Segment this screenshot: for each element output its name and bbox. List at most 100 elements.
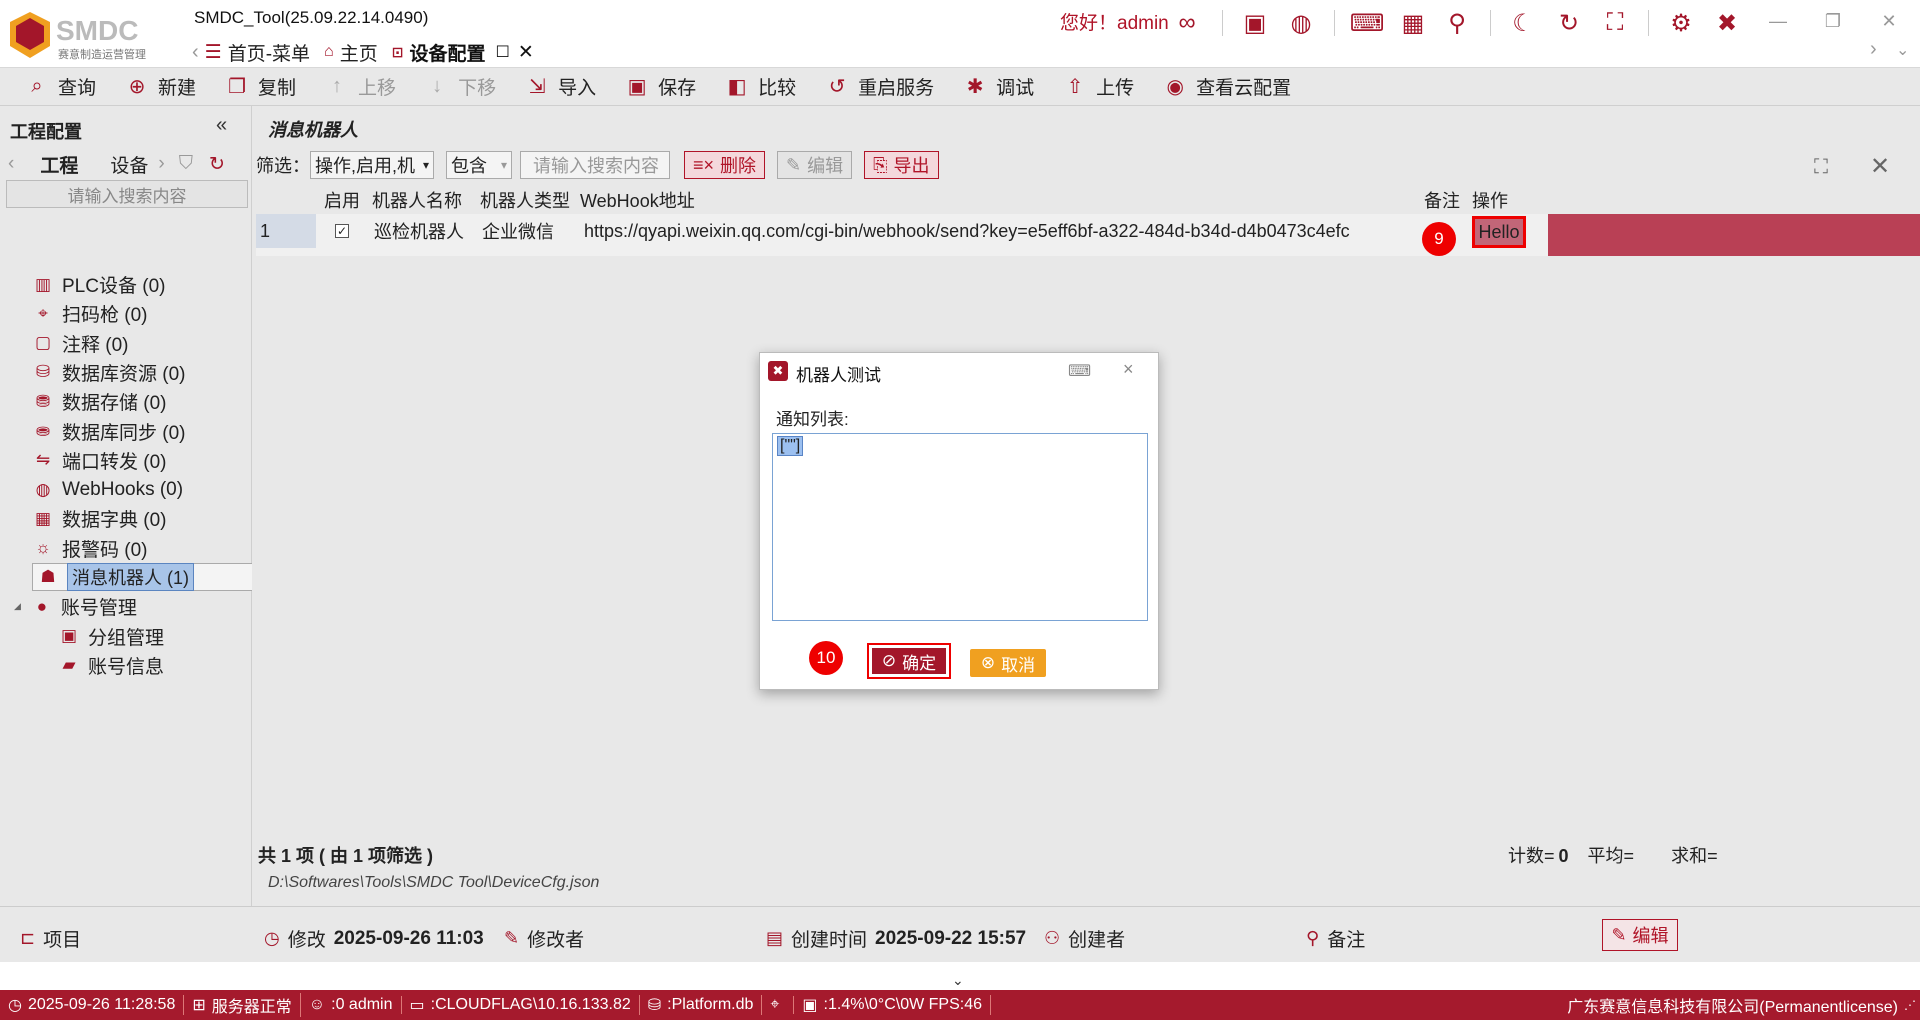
- toolbar-arrow-up-button[interactable]: ↑ 上移: [326, 73, 396, 100]
- bug-icon: ✱: [966, 76, 984, 98]
- robot-name-cell[interactable]: 巡检机器人: [374, 214, 464, 248]
- close-window-button[interactable]: ✕: [1866, 6, 1912, 36]
- focus-icon[interactable]: ⛶: [1814, 156, 1828, 179]
- remark-label: ⚲ 备注: [1306, 928, 1366, 951]
- robot-type-cell[interactable]: 企业微信: [482, 214, 554, 248]
- settings-icon[interactable]: ⚙: [1664, 6, 1698, 40]
- pencil-icon: ✎: [1611, 924, 1627, 945]
- terminal-icon[interactable]: ▣: [1238, 6, 1272, 40]
- toolbar-plus-circle-button[interactable]: ⊕ 新建: [126, 73, 196, 100]
- details-edit-button[interactable]: ✎ 编辑: [1602, 919, 1678, 951]
- refresh-icon[interactable]: ↻: [1552, 6, 1586, 40]
- tab-device-config[interactable]: ⊡ 设备配置 ☐ ✕: [392, 39, 534, 66]
- plc-icon: ▥: [34, 274, 52, 294]
- eye-icon: ◉: [1166, 76, 1184, 98]
- filter-fields-select[interactable]: 操作,启用,机 ▾: [310, 151, 434, 179]
- tree-item-database-store[interactable]: ⛃ 数据存储 (0): [32, 387, 284, 416]
- edit-button[interactable]: ✎ 编辑: [777, 151, 853, 179]
- export-icon: ⎘: [873, 154, 888, 175]
- toolbar-search-button[interactable]: ⌕ 查询: [26, 73, 96, 100]
- tree-item-user[interactable]: ◢ ● 账号管理: [14, 592, 266, 621]
- toolbar-arrow-down-button[interactable]: ↓ 下移: [426, 73, 496, 100]
- arrow-up-icon: ↑: [332, 75, 343, 97]
- calculator-icon[interactable]: ▦: [1396, 6, 1430, 40]
- enabled-checkbox[interactable]: ✓: [332, 214, 352, 248]
- dialog-title: 机器人测试: [796, 366, 881, 385]
- link-icon[interactable]: ∞: [1170, 6, 1204, 40]
- confirm-button[interactable]: ⊘ 确定: [867, 643, 951, 679]
- filter-operator-select[interactable]: 包含 ▾: [446, 151, 512, 179]
- dialog-close-icon[interactable]: ×: [1123, 359, 1134, 380]
- tabs-list-icon[interactable]: ⌄: [1896, 40, 1909, 60]
- tabs-next-icon[interactable]: ›: [158, 153, 164, 175]
- tab-home-menu[interactable]: ☰ 首页-菜单: [205, 39, 310, 66]
- resize-grip-icon[interactable]: ⋰: [1904, 998, 1920, 1012]
- export-button[interactable]: ⎘ 导出: [864, 151, 939, 179]
- toolbar-eye-button[interactable]: ◉ 查看云配置: [1164, 73, 1291, 100]
- collapse-panel-icon[interactable]: «: [216, 114, 227, 137]
- config-file-path: D:\Softwares\Tools\SMDC Tool\DeviceCfg.j…: [268, 874, 600, 891]
- cancel-button[interactable]: ⊗ 取消: [970, 649, 1046, 677]
- checkmark-icon: ✓: [335, 224, 349, 238]
- tab-project[interactable]: 工程: [40, 151, 78, 178]
- toolbar-restart-button[interactable]: ↺ 重启服务: [826, 73, 934, 100]
- network-icon[interactable]: ⚲: [1440, 6, 1474, 40]
- toolbar-import-button[interactable]: ⇲ 导入: [526, 73, 596, 100]
- filter-icon[interactable]: ⛉: [179, 153, 193, 175]
- tree-item-table[interactable]: ▦ 数据字典 (0): [32, 504, 284, 533]
- col-action: 操作: [1472, 191, 1508, 211]
- delete-button[interactable]: ≡× 删除: [684, 151, 766, 179]
- menu-icon: ☰: [204, 41, 222, 63]
- tree-item-database[interactable]: ⛁ 数据库资源 (0): [32, 358, 284, 387]
- toolbar-compare-button[interactable]: ◧ 比较: [726, 73, 796, 100]
- notify-list-textarea[interactable]: [""]: [772, 433, 1148, 621]
- tabs-forward-icon[interactable]: ›: [1870, 38, 1877, 61]
- close-section-icon[interactable]: ✕: [1870, 152, 1890, 181]
- status-user: ☺:0 admin: [301, 996, 402, 1014]
- tree-item-globe[interactable]: ◍ WebHooks (0): [32, 475, 284, 504]
- filter-row: 筛选： 操作,启用,机 ▾ 包含 ▾ 请输入搜索内容 ≡× 删除 ✎ 编辑 ⎘ 导出: [256, 150, 939, 180]
- fullscreen-icon[interactable]: ⛶: [1598, 6, 1632, 40]
- tab-device[interactable]: 设备: [110, 151, 148, 178]
- expand-icon[interactable]: ◢: [14, 601, 21, 612]
- tree-item-database-sync[interactable]: ⛂ 数据库同步 (0): [32, 417, 284, 446]
- tabs-prev-icon[interactable]: ‹: [8, 153, 14, 175]
- import-icon: ⇲: [528, 76, 546, 98]
- tabs-back-icon[interactable]: ‹: [192, 41, 199, 64]
- status-server: ⊞ 服务器正常: [184, 993, 301, 1017]
- restore-button[interactable]: ❐: [1810, 6, 1856, 36]
- notify-list-value: [""]: [777, 436, 804, 456]
- globe-icon[interactable]: ◍: [1284, 6, 1318, 40]
- tab-close-icon[interactable]: ✕: [518, 41, 534, 64]
- webhook-cell[interactable]: https://qyapi.weixin.qq.com/cgi-bin/webh…: [584, 214, 1414, 248]
- toolbar-copy-button[interactable]: ❐ 复制: [226, 73, 296, 100]
- tab-main[interactable]: ⌂ 主页: [324, 39, 378, 66]
- home-icon: ⌂: [324, 43, 334, 60]
- keyboard-icon[interactable]: ⌨: [1068, 361, 1091, 381]
- tree-item-port-forward[interactable]: ⇋ 端口转发 (0): [32, 446, 284, 475]
- hello-button[interactable]: Hello: [1472, 216, 1526, 248]
- keyboard-icon[interactable]: ⌨: [1350, 6, 1385, 40]
- filter-search-input[interactable]: 请输入搜索内容: [520, 151, 670, 179]
- tree-item-robot[interactable]: ☗ 消息机器人 (1): [32, 563, 284, 591]
- row-highlight: [1548, 214, 1920, 256]
- minimize-button[interactable]: —: [1755, 6, 1801, 36]
- panel-title: 工程配置: [10, 122, 82, 142]
- cancel-circle-icon: ⊗: [980, 653, 996, 672]
- tools-icon[interactable]: ✖: [1710, 6, 1744, 40]
- tree-search-input[interactable]: 请输入搜索内容: [6, 180, 248, 208]
- tree-item-comment[interactable]: ▢ 注释 (0): [32, 329, 284, 358]
- port-forward-icon: ⇋: [35, 450, 51, 470]
- refresh-icon[interactable]: ↻: [209, 153, 225, 176]
- toolbar-bug-button[interactable]: ✱ 调试: [964, 73, 1034, 100]
- moon-icon[interactable]: ☾: [1506, 6, 1540, 40]
- tree-item-alarm[interactable]: ☼ 报警码 (0): [32, 534, 284, 563]
- tab-maximize-icon[interactable]: ☐: [495, 42, 509, 62]
- expand-icon[interactable]: ⌄: [952, 972, 964, 989]
- tree-item-plc[interactable]: ▥ PLC设备 (0): [32, 270, 284, 299]
- tree-item-scanner[interactable]: ⌖ 扫码枪 (0): [32, 299, 284, 328]
- toolbar-upload-button[interactable]: ⇧ 上传: [1064, 73, 1134, 100]
- toolbar-save-button[interactable]: ▣ 保存: [626, 73, 696, 100]
- left-panel: 工程配置 « ‹ 工程 设备 › ⛉ ↻ 请输入搜索内容 ▥ PLC设备 (0) ⌖…: [0, 106, 284, 906]
- toolbar: ⌕ 查询 ⊕ 新建 ❐ 复制 ↑ 上移 ↓ 下移 ⇲ 导入 ▣ 保存 ◧ 比较 ↺ 重启服务 ✱ 调试 ⇧ 上传 ◉ 查看云配…: [0, 68, 1920, 106]
